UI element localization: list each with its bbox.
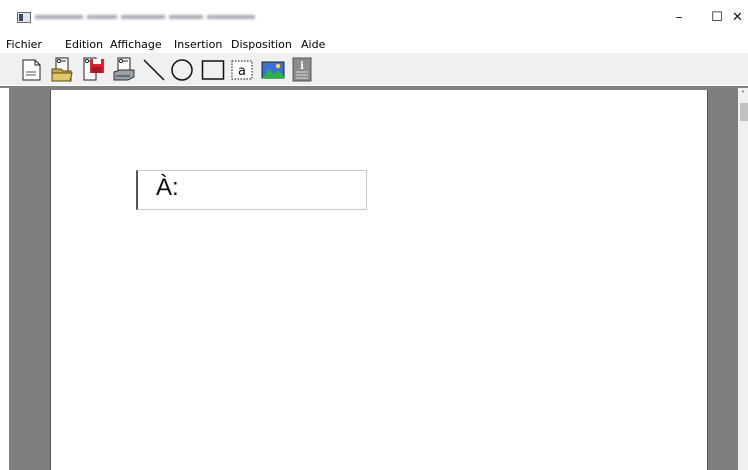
menu-disposition[interactable]: Disposition xyxy=(231,38,292,51)
close-button[interactable]: ✕ xyxy=(727,0,748,34)
menu-aide[interactable]: Aide xyxy=(301,38,325,51)
scrollbar-thumb[interactable] xyxy=(740,103,748,121)
title-bar: – ☐ ✕ xyxy=(0,0,748,34)
ellipse-tool-icon xyxy=(171,59,193,81)
address-label: À: xyxy=(156,174,179,201)
chevron-up-icon: ˄ xyxy=(741,89,745,99)
info-button[interactable]: i xyxy=(290,55,314,83)
menu-affichage[interactable]: Affichage xyxy=(110,38,162,51)
vertical-scrollbar[interactable] xyxy=(738,88,748,470)
new-document-button[interactable] xyxy=(20,55,44,83)
image-tool-button[interactable] xyxy=(261,55,285,83)
maximize-icon: ☐ xyxy=(711,9,723,25)
menu-insertion[interactable]: Insertion xyxy=(174,38,222,51)
ellipse-tool-button[interactable] xyxy=(170,55,194,83)
svg-text:i: i xyxy=(300,61,304,72)
left-edge xyxy=(0,88,9,470)
text-tool-icon: a xyxy=(231,60,253,80)
app-icon xyxy=(17,12,31,23)
close-icon: ✕ xyxy=(732,9,743,25)
toolbar: a i xyxy=(0,53,748,85)
new-document-icon xyxy=(22,59,41,81)
menu-bar: Fichier Edition Affichage Insertion Disp… xyxy=(0,36,748,53)
scroll-up-button[interactable]: ˄ xyxy=(738,88,748,100)
window-title-blurred xyxy=(35,12,255,22)
minimize-icon: – xyxy=(675,9,683,25)
line-tool-button[interactable] xyxy=(142,55,166,83)
image-tool-icon xyxy=(261,61,285,79)
menu-edition[interactable]: Edition xyxy=(65,38,103,51)
open-document-button[interactable] xyxy=(50,55,74,83)
info-icon: i xyxy=(292,57,312,82)
rectangle-tool-icon xyxy=(201,60,225,80)
open-document-icon xyxy=(51,57,73,82)
document-page[interactable] xyxy=(50,90,708,470)
text-tool-button[interactable]: a xyxy=(230,55,254,83)
print-document-icon xyxy=(113,57,135,81)
save-document-icon xyxy=(83,57,104,81)
address-text-box[interactable]: À: xyxy=(136,170,367,210)
menu-fichier[interactable]: Fichier xyxy=(6,38,42,51)
save-document-button[interactable] xyxy=(81,55,105,83)
rectangle-tool-button[interactable] xyxy=(201,55,225,83)
line-tool-icon xyxy=(143,59,165,81)
text-tool-glyph: a xyxy=(238,64,246,79)
print-document-button[interactable] xyxy=(112,55,136,83)
minimize-button[interactable]: – xyxy=(656,0,702,34)
